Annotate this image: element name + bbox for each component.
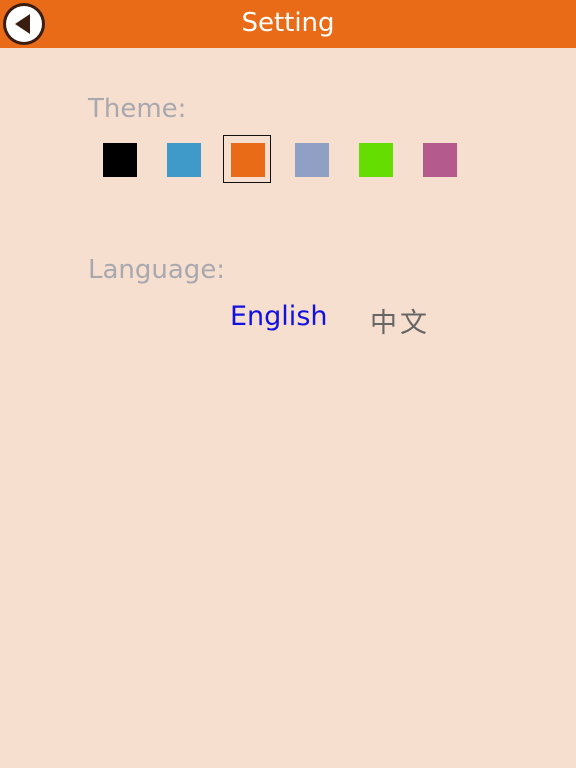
- theme-swatch-blue[interactable]: [167, 143, 201, 177]
- theme-label: Theme:: [88, 94, 187, 124]
- theme-swatch-black[interactable]: [103, 143, 137, 177]
- language-option-english[interactable]: English: [230, 301, 328, 332]
- language-option-chinese[interactable]: 中文: [370, 301, 430, 340]
- theme-swatch-orange[interactable]: [231, 143, 265, 177]
- header-bar: Setting: [0, 0, 576, 48]
- language-label: Language:: [88, 255, 226, 285]
- theme-swatch-mauve[interactable]: [423, 143, 457, 177]
- theme-swatch-green[interactable]: [359, 143, 393, 177]
- page-title: Setting: [241, 8, 335, 38]
- theme-swatch-slate[interactable]: [295, 143, 329, 177]
